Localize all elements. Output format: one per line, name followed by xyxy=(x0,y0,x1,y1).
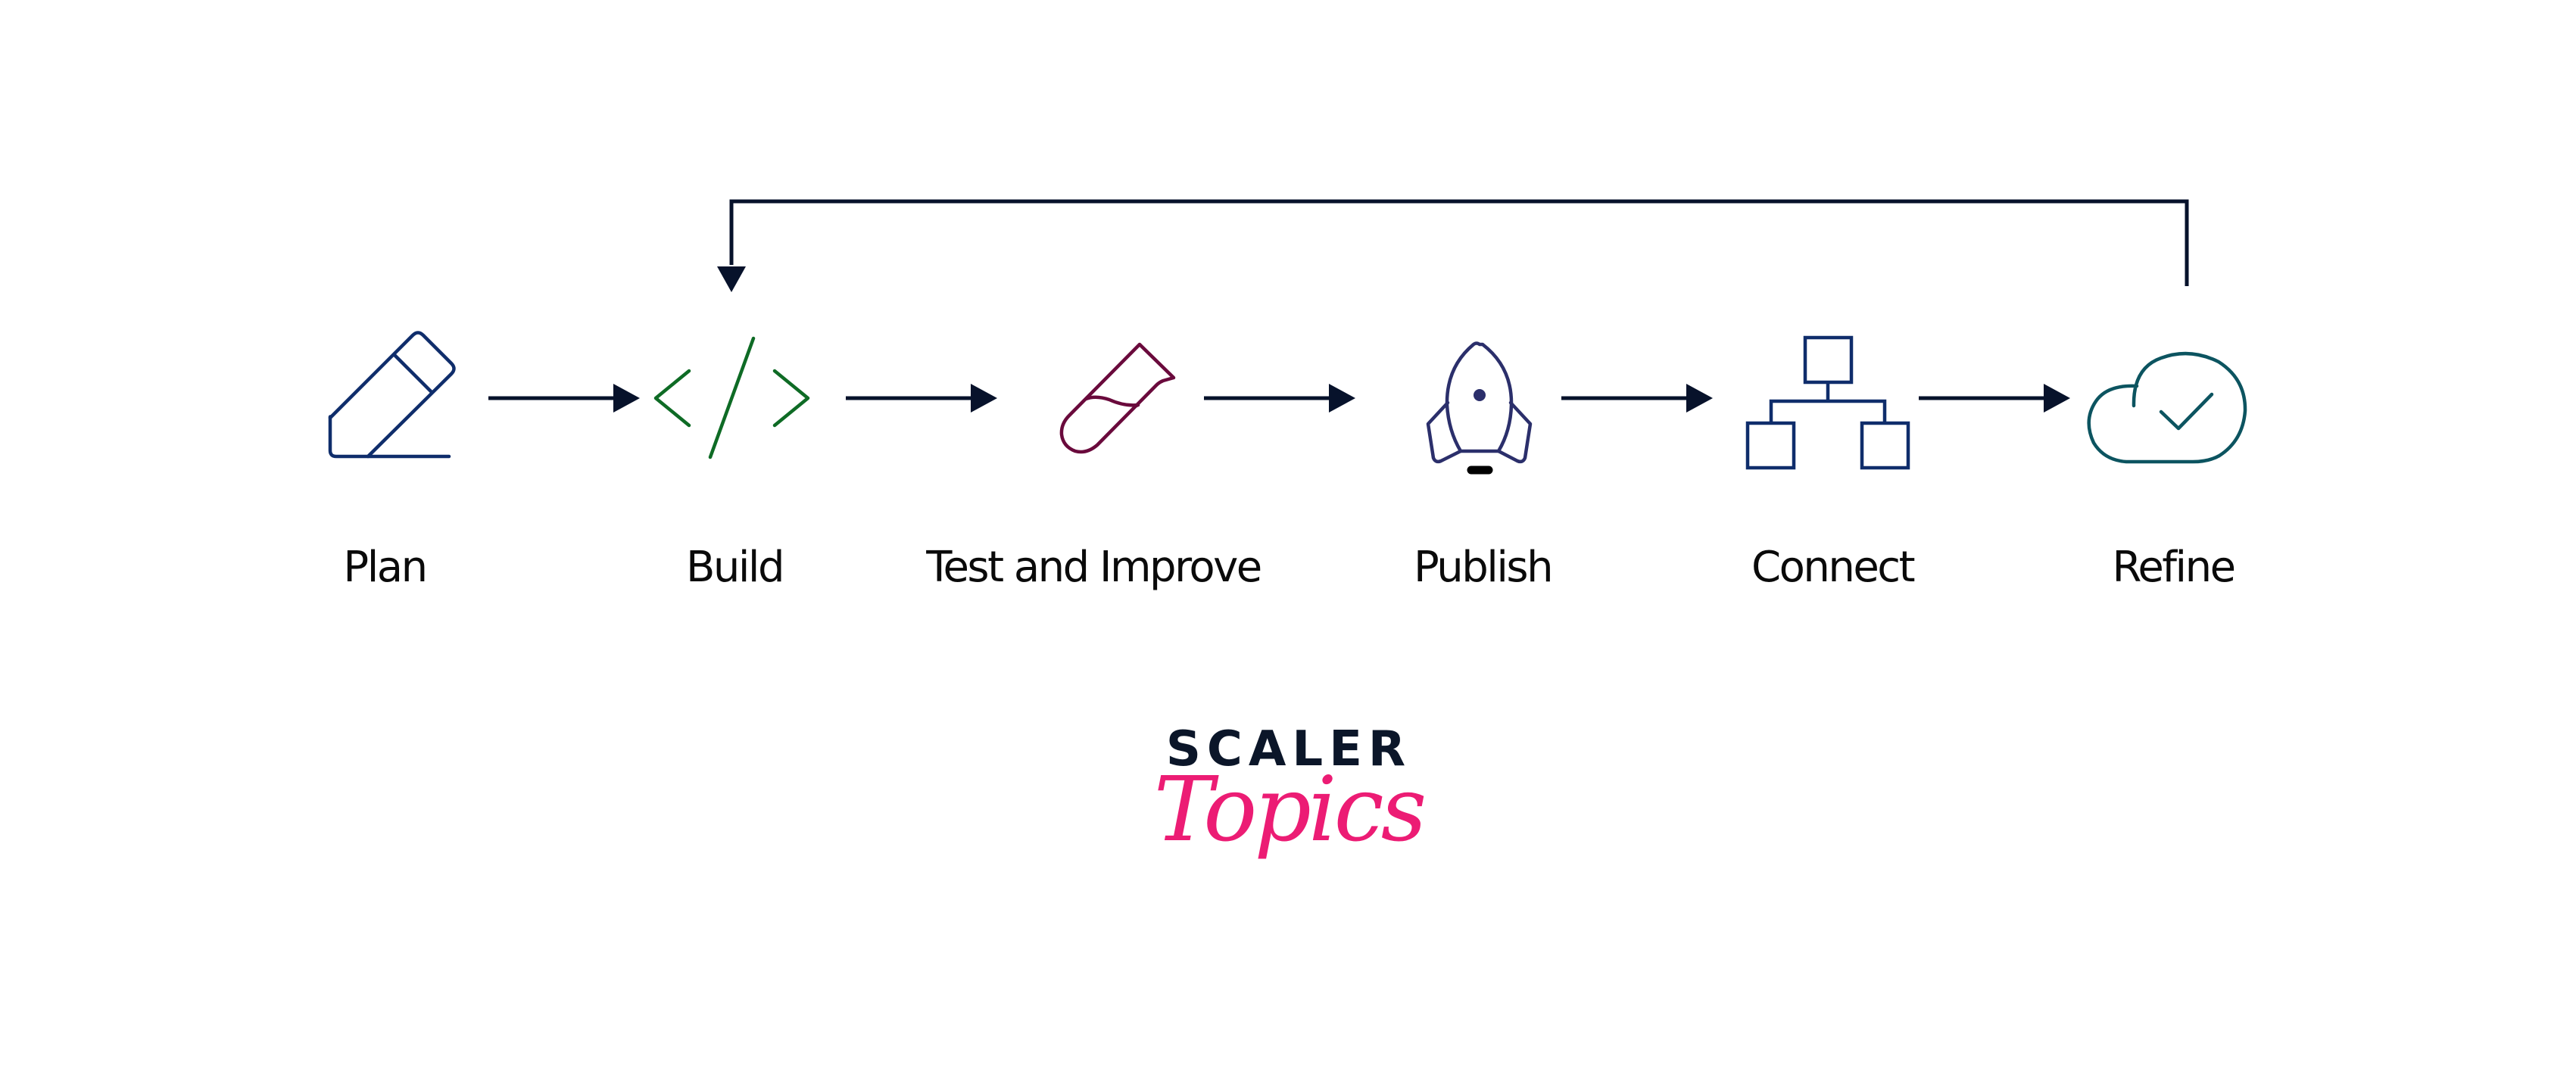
step-label-plan: Plan xyxy=(343,543,428,592)
rocket-icon xyxy=(1426,341,1533,475)
cloud-check-icon xyxy=(2087,351,2247,464)
step-label-refine: Refine xyxy=(2112,543,2236,592)
flow-arrow-test-publish xyxy=(1204,384,1355,413)
test-tube-icon xyxy=(1059,342,1176,454)
flow-arrow-publish-connect xyxy=(1561,384,1713,413)
hierarchy-icon xyxy=(1745,335,1910,470)
step-label-build: Build xyxy=(685,543,785,592)
feedback-loop-arrow xyxy=(717,199,2189,292)
step-label-connect: Connect xyxy=(1751,543,1916,592)
flow-arrow-head xyxy=(1329,384,1355,413)
flow-arrow-connect-refine xyxy=(1919,384,2070,413)
step-label-publish: Publish xyxy=(1413,543,1554,592)
code-icon xyxy=(653,336,810,459)
flow-arrow-head xyxy=(971,384,997,413)
pencil-icon xyxy=(328,331,456,459)
flow-arrow-head xyxy=(1686,384,1713,413)
diagram-svg xyxy=(328,199,2247,475)
logo-topics-text: Topics xyxy=(1153,757,1427,861)
flow-arrow-build-test xyxy=(846,384,997,413)
diagram-canvas: Plan Build Test and Improve Publish Conn… xyxy=(0,0,2576,1061)
feedback-loop-line xyxy=(729,199,2189,286)
flow-arrow-plan-build xyxy=(488,384,640,413)
feedback-loop-arrowhead xyxy=(717,266,746,292)
flow-arrow-head xyxy=(2044,384,2070,413)
step-label-test-and-improve: Test and Improve xyxy=(926,543,1262,592)
flow-arrow-head xyxy=(613,384,640,413)
